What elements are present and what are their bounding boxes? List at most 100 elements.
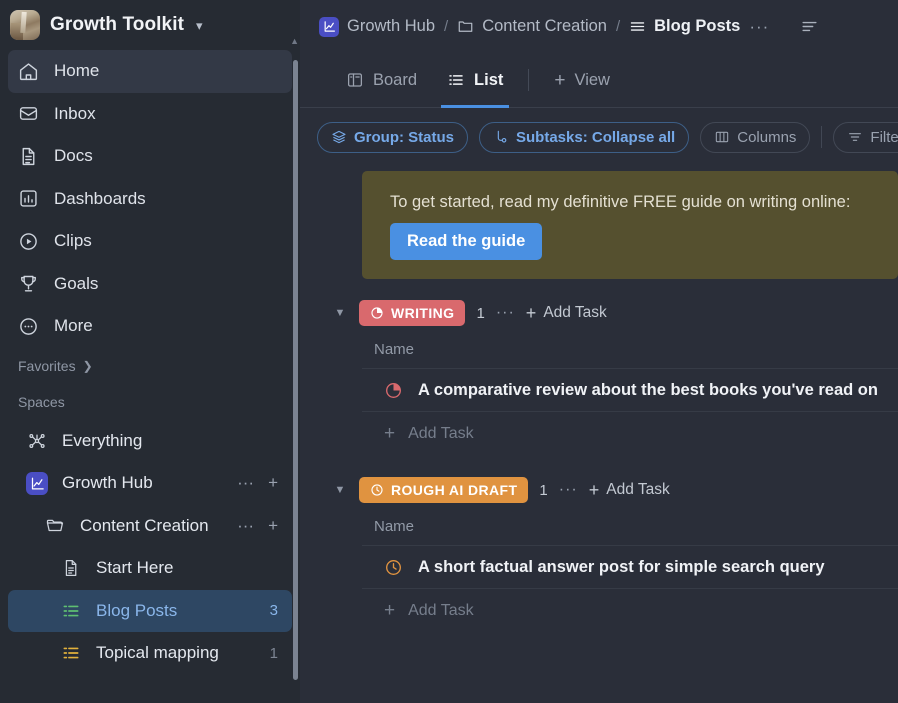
breadcrumb-item-content-creation[interactable]: Content Creation	[457, 17, 607, 36]
everything-network-icon	[26, 430, 48, 452]
tab-board[interactable]: Board	[332, 53, 431, 108]
add-task-label: Add Task	[606, 481, 669, 499]
task-status-icon[interactable]	[384, 381, 403, 400]
space-add-button[interactable]: +	[268, 473, 278, 493]
space-label: Content Creation	[80, 516, 223, 536]
table-row[interactable]: A comparative review about the best book…	[362, 368, 898, 412]
sidebar-item-label: Dashboards	[54, 189, 146, 209]
sidebar-item-growth-hub[interactable]: Growth Hub ··· +	[8, 462, 292, 505]
sidebar-item-dashboards[interactable]: Dashboards	[8, 178, 292, 221]
favorites-section-header[interactable]: Favorites ❯	[0, 348, 300, 384]
breadcrumb-item-growth-hub[interactable]: Growth Hub	[319, 17, 435, 37]
home-icon	[18, 61, 39, 82]
breadcrumb-item-blog-posts[interactable]: Blog Posts	[629, 17, 740, 36]
space-count: 3	[270, 602, 278, 619]
group-header: ▼ ROUGH AI DRAFT 1 ··· + Add Task	[332, 473, 898, 507]
view-tabs: Board List + View	[300, 53, 898, 108]
add-task-label: Add Task	[543, 304, 606, 322]
space-label: Topical mapping	[96, 643, 256, 663]
add-task-row[interactable]: + Add Task	[362, 412, 898, 456]
column-header-name: Name	[362, 330, 898, 368]
task-group-writing: ▼ WRITING 1 ··· + Add Task Name	[362, 296, 898, 456]
group-more-button[interactable]: ···	[559, 481, 578, 499]
table-row[interactable]: A short factual answer post for simple s…	[362, 545, 898, 589]
space-more-button[interactable]: ···	[237, 516, 254, 536]
breadcrumb-label: Blog Posts	[654, 17, 740, 36]
tab-list[interactable]: List	[433, 53, 517, 108]
space-label: Start Here	[96, 558, 278, 578]
group-add-task-button[interactable]: + Add Task	[526, 303, 607, 324]
space-count: 1	[270, 645, 278, 662]
tab-label: Board	[373, 71, 417, 90]
group-more-button[interactable]: ···	[496, 304, 515, 322]
breadcrumb-separator: /	[444, 18, 448, 35]
task-status-icon[interactable]	[384, 558, 403, 577]
columns-button[interactable]: Columns	[700, 122, 810, 153]
status-badge-label: ROUGH AI DRAFT	[391, 482, 517, 498]
sidebar-item-label: Home	[54, 61, 99, 81]
list-toolbar: Group: Status Subtasks: Collapse all Col…	[300, 108, 898, 166]
clips-icon	[18, 231, 39, 252]
add-view-label: View	[574, 71, 609, 90]
sidebar-item-home[interactable]: Home	[8, 50, 292, 93]
group-by-button[interactable]: Group: Status	[317, 122, 468, 153]
caret-down-icon[interactable]: ▼	[332, 484, 348, 496]
add-task-row[interactable]: + Add Task	[362, 589, 898, 633]
workspace-header[interactable]: Growth Toolkit ▾	[0, 0, 300, 50]
filters-button[interactable]: Filters	[833, 122, 898, 153]
growth-hub-logo	[26, 472, 48, 494]
sidebar-item-label: Goals	[54, 274, 98, 294]
subtasks-button[interactable]: Subtasks: Collapse all	[479, 122, 689, 153]
more-ellipsis-icon	[18, 316, 39, 337]
sidebar-scrollbar[interactable]	[293, 60, 298, 680]
tab-divider	[528, 69, 529, 91]
subtask-branch-icon	[493, 129, 509, 145]
group-add-task-button[interactable]: + Add Task	[589, 480, 670, 501]
plus-icon: +	[554, 71, 565, 90]
breadcrumb-more-button[interactable]: ···	[749, 17, 769, 37]
pie-clock-icon	[370, 306, 384, 320]
dashboard-icon	[18, 188, 39, 209]
sidebar-item-clips[interactable]: Clips	[8, 220, 292, 263]
hamburger-lines-icon[interactable]	[800, 17, 819, 36]
read-the-guide-button[interactable]: Read the guide	[390, 223, 542, 260]
sidebar-item-everything[interactable]: Everything	[8, 420, 292, 463]
app-root: Growth Toolkit ▾ Home Inbox Docs	[0, 0, 898, 703]
space-add-button[interactable]: +	[268, 516, 278, 536]
sidebar-item-topical-mapping[interactable]: Topical mapping 1	[8, 632, 292, 675]
sidebar-item-inbox[interactable]: Inbox	[8, 93, 292, 136]
list-green-icon	[60, 600, 82, 622]
sidebar-item-more[interactable]: More	[8, 305, 292, 348]
add-view-button[interactable]: + View	[540, 53, 624, 108]
spaces-label: Spaces	[18, 394, 65, 410]
goals-trophy-icon	[18, 273, 39, 294]
add-task-label: Add Task	[408, 425, 474, 443]
plus-icon: +	[589, 480, 600, 501]
columns-icon	[714, 129, 730, 145]
caret-down-icon[interactable]: ▼	[332, 307, 348, 319]
sidebar-item-label: Clips	[54, 231, 92, 251]
toolbar-divider	[821, 126, 822, 148]
sidebar-item-start-here[interactable]: Start Here	[8, 547, 292, 590]
sidebar-item-content-creation[interactable]: Content Creation ··· +	[8, 505, 292, 548]
photo-avatar	[10, 10, 40, 40]
sidebar-item-goals[interactable]: Goals	[8, 263, 292, 306]
list-content: To get started, read my definitive FREE …	[300, 166, 898, 703]
sidebar-item-docs[interactable]: Docs	[8, 135, 292, 178]
space-more-button[interactable]: ···	[237, 473, 254, 493]
sidebar-item-blog-posts[interactable]: Blog Posts 3	[8, 590, 292, 633]
promo-banner: To get started, read my definitive FREE …	[362, 171, 898, 279]
plus-icon: +	[384, 423, 395, 445]
status-badge[interactable]: ROUGH AI DRAFT	[359, 477, 528, 503]
chevron-down-icon[interactable]: ▾	[196, 19, 203, 32]
filters-label: Filters	[870, 129, 898, 146]
group-count: 1	[539, 482, 547, 499]
layers-icon	[331, 129, 347, 145]
status-badge[interactable]: WRITING	[359, 300, 465, 326]
group-count: 1	[476, 305, 484, 322]
scroll-up-arrow-icon[interactable]: ▲	[290, 36, 299, 46]
list-icon	[629, 18, 646, 35]
board-icon	[346, 71, 364, 89]
folder-icon	[457, 18, 474, 35]
status-badge-label: WRITING	[391, 305, 454, 321]
